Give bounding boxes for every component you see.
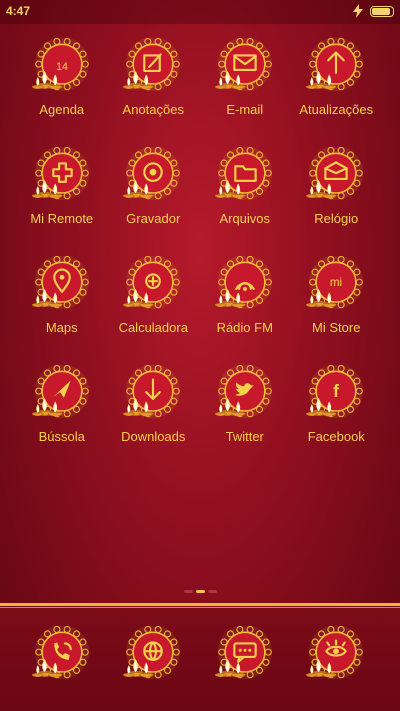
dock-app-globe-icon[interactable] — [108, 626, 200, 686]
app-agenda[interactable]: 14 Agenda — [16, 38, 108, 147]
app-grid-row: Maps Calculadora Rádio FM mi Mi Store — [0, 256, 400, 365]
app-label: Agenda — [39, 102, 85, 117]
app-label: Bússola — [38, 429, 85, 444]
phone-icon — [31, 626, 92, 686]
app-calculadora[interactable]: Calculadora — [108, 256, 200, 365]
icon-glyph-text: f — [333, 381, 339, 401]
battery-level — [372, 7, 390, 15]
compass-icon — [31, 365, 92, 425]
download-icon — [123, 365, 183, 425]
eye-camera-icon — [306, 626, 366, 686]
radio-icon — [214, 256, 275, 316]
app-label: Mi Remote — [30, 211, 94, 226]
app-label: Maps — [45, 320, 78, 335]
dock-app-eye-camera-icon[interactable] — [291, 626, 383, 686]
app-label: Mi Store — [312, 320, 361, 335]
clock-icon — [306, 147, 366, 207]
app-mi-store[interactable]: mi Mi Store — [291, 256, 383, 365]
app-grid-row: Mi Remote Gravador Arquivos Relógio — [0, 147, 400, 256]
app-label: Atualizações — [299, 102, 374, 117]
app-gravador[interactable]: Gravador — [108, 147, 200, 256]
app-label: Facebook — [307, 429, 365, 444]
app-label: Downloads — [121, 429, 186, 444]
globe-icon — [123, 626, 183, 686]
app-label: Arquivos — [219, 211, 271, 226]
page-dot[interactable] — [195, 590, 205, 593]
battery-icon — [370, 5, 394, 17]
app-twitter[interactable]: Twitter — [199, 365, 291, 474]
app-e-mail[interactable]: E-mail — [199, 38, 291, 147]
chat-bubble-icon — [214, 626, 275, 686]
app-downloads[interactable]: Downloads — [108, 365, 200, 474]
app-facebook[interactable]: f Facebook — [291, 365, 383, 474]
app-label: Gravador — [126, 211, 181, 226]
calculator-icon — [123, 256, 183, 316]
icon-glyph-text: mi — [330, 276, 342, 289]
app-grid-row: Bússola Downloads Twitter f Facebook — [0, 365, 400, 474]
twitter-bird-icon — [214, 365, 275, 425]
app-grid-row: 14 Agenda Anotações E-mail Atualizações — [0, 38, 400, 147]
dock — [0, 608, 400, 711]
dock-divider — [0, 603, 400, 606]
remote-plus-icon — [31, 147, 92, 207]
dock-row — [0, 626, 400, 686]
app-maps[interactable]: Maps — [16, 256, 108, 365]
status-time: 4:47 — [6, 4, 31, 18]
page-dot[interactable] — [207, 590, 217, 593]
mi-store-icon: mi — [306, 256, 366, 316]
status-bar: 4:47 — [0, 0, 400, 24]
app-bussola[interactable]: Bússola — [16, 365, 108, 474]
arrow-up-icon — [306, 38, 366, 98]
dock-app-chat-bubble-icon[interactable] — [199, 626, 291, 686]
app-arquivos[interactable]: Arquivos — [199, 147, 291, 256]
app-label: E-mail — [226, 102, 264, 117]
facebook-f-icon: f — [306, 365, 366, 425]
app-atualizacoes[interactable]: Atualizações — [291, 38, 383, 147]
envelope-icon — [214, 38, 275, 98]
icon-glyph-text: 14 — [56, 61, 68, 73]
app-label: Twitter — [225, 429, 264, 444]
page-indicator[interactable] — [0, 590, 400, 593]
app-label: Rádio FM — [216, 320, 273, 335]
app-relogio[interactable]: Relógio — [291, 147, 383, 256]
map-pin-icon — [31, 256, 92, 316]
charging-icon — [353, 4, 363, 18]
app-label: Anotações — [122, 102, 184, 117]
app-mi-remote[interactable]: Mi Remote — [16, 147, 108, 256]
app-grid: 14 Agenda Anotações E-mail Atualizações … — [0, 38, 400, 474]
app-anotacoes[interactable]: Anotações — [108, 38, 200, 147]
record-icon — [123, 147, 183, 207]
dock-app-phone-icon[interactable] — [16, 626, 108, 686]
app-label: Calculadora — [118, 320, 188, 335]
status-indicators — [352, 4, 394, 18]
page-dot[interactable] — [183, 590, 193, 593]
note-edit-icon — [123, 38, 183, 98]
app-radio-fm[interactable]: Rádio FM — [199, 256, 291, 365]
app-label: Relógio — [314, 211, 359, 226]
folder-icon — [214, 147, 275, 207]
calendar-icon: 14 — [31, 38, 92, 98]
